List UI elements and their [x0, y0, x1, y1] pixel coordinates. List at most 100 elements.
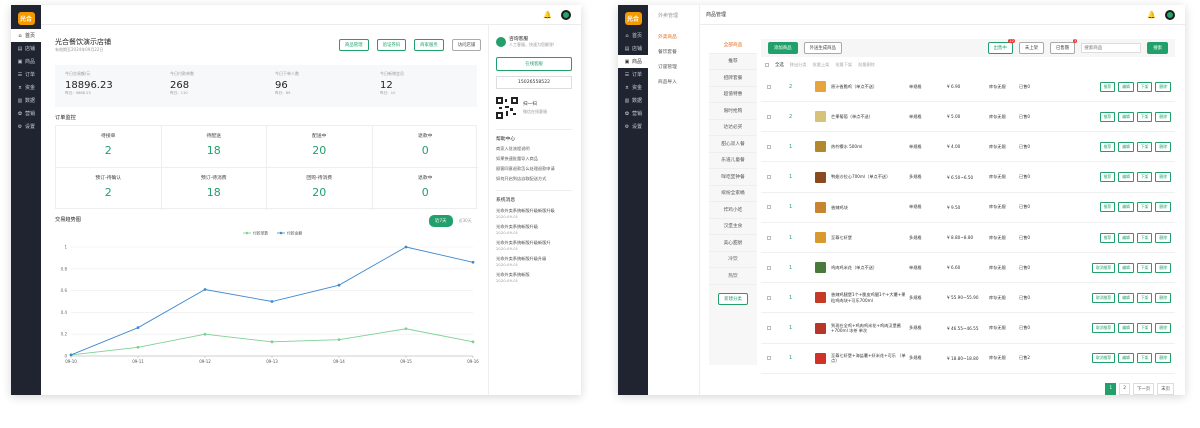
table-row[interactable]: 1 香辣鸡腿堡1个+脆皮鸡腿1个+大薯+果粒鸡肉块+可乐700ml 多规格 ¥ 55.… — [761, 283, 1175, 314]
data-point[interactable] — [270, 340, 274, 344]
sys-message[interactable]: 光命外卖系统新版升级 2020-09-01 — [496, 224, 572, 235]
monitor-cell[interactable]: 退款中 0 — [373, 168, 479, 210]
sys-message[interactable]: 光命外卖系统新版升级新版升级 2020-09-01 — [496, 208, 572, 219]
row-checkbox[interactable] — [767, 295, 771, 300]
sidebar-item-4[interactable]: ¤ 资金 — [618, 81, 648, 94]
avatar[interactable] — [1165, 9, 1175, 20]
monitor-cell[interactable]: 团购-待消费 20 — [267, 168, 373, 210]
sold-out-filter[interactable]: 已售罄 3 — [1050, 39, 1078, 54]
row-action-button[interactable]: 下架 — [1136, 232, 1153, 243]
row-checkbox[interactable] — [767, 175, 771, 180]
batch-action[interactable]: 批量下架 — [835, 62, 852, 68]
row-checkbox[interactable] — [767, 265, 771, 270]
data-point[interactable] — [69, 353, 73, 357]
data-point[interactable] — [136, 326, 140, 330]
data-point[interactable] — [203, 288, 207, 291]
category-item[interactable]: 超值特惠 — [709, 87, 757, 103]
row-action-button[interactable]: 下架 — [1136, 262, 1153, 273]
data-point[interactable] — [337, 338, 341, 342]
online-service-button[interactable]: 在线客服 — [496, 57, 572, 71]
sidebar-item-2[interactable]: ▣ 商品 — [618, 55, 648, 68]
off-shelf-filter[interactable]: 未上架 — [1018, 42, 1045, 54]
row-checkbox[interactable] — [767, 326, 771, 331]
goods-search-input[interactable] — [1081, 43, 1142, 53]
data-point[interactable] — [471, 340, 475, 344]
data-point[interactable] — [471, 260, 475, 264]
row-action-button[interactable]: 下架 — [1136, 292, 1153, 303]
row-action-button[interactable]: 推荐 — [1099, 202, 1116, 213]
sidebar-item-7[interactable]: ⚙ 设置 — [618, 120, 648, 133]
sidebar-item-5[interactable]: ▥ 数据 — [618, 94, 648, 107]
data-point[interactable] — [404, 245, 408, 249]
table-row[interactable]: 1 至尊七虾堡 多规格 ¥ 8.80~8.80 库存无限 已售0 推荐 编辑 下架 删除 — [761, 223, 1175, 253]
tab-30days[interactable]: 近30天 — [459, 218, 472, 224]
row-action-button[interactable]: 取消推荐 — [1092, 262, 1116, 273]
row-checkbox[interactable] — [767, 235, 771, 240]
page-button[interactable]: 下一页 — [1133, 383, 1155, 395]
category-item[interactable]: 甜心双人餐 — [709, 136, 757, 153]
row-action-button[interactable]: 编辑 — [1118, 111, 1134, 122]
bell-icon[interactable]: 🔔 — [1147, 11, 1156, 19]
category-item[interactable]: 限时抢购 — [709, 103, 757, 120]
help-item[interactable]: 商家入驻流程说明 — [496, 146, 572, 152]
row-action-button[interactable]: 推荐 — [1099, 141, 1116, 152]
row-action-button[interactable]: 删除 — [1155, 172, 1171, 183]
table-row[interactable]: 1 鸡肉鸡米花（单点不送） 单规格 ¥ 6.60 库存无限 已售0 取消推荐 编辑 下架 删除 — [761, 253, 1175, 284]
row-action-button[interactable]: 下架 — [1136, 141, 1153, 152]
monitor-cell[interactable]: 预订-待确认 2 — [56, 168, 162, 210]
sidebar-item-7[interactable]: ⚙ 设置 — [11, 120, 41, 133]
row-action-button[interactable]: 删除 — [1155, 292, 1171, 303]
row-action-button[interactable]: 下架 — [1136, 202, 1153, 213]
new-category-button[interactable]: 新建分类 — [718, 292, 748, 305]
data-point[interactable] — [404, 327, 408, 331]
row-action-button[interactable]: 下架 — [1136, 111, 1153, 122]
row-action-button[interactable]: 编辑 — [1118, 202, 1134, 213]
row-action-button[interactable]: 下架 — [1136, 172, 1153, 183]
submenu-item[interactable]: 餐饮套餐 — [648, 44, 699, 59]
row-action-button[interactable]: 删除 — [1155, 353, 1171, 364]
search-button[interactable]: 搜索 — [1147, 42, 1168, 54]
row-action-button[interactable]: 删除 — [1155, 262, 1171, 273]
add-goods-button[interactable]: 添加商品 — [768, 42, 798, 54]
table-row[interactable]: 2 原汁香脆鸡（单点不送） 单规格 ¥ 6.90 库存无限 已售0 推荐 编辑 下架 删除 — [761, 72, 1175, 102]
row-action-button[interactable]: 删除 — [1155, 111, 1171, 122]
on-sale-filter[interactable]: 出售中 22 — [987, 39, 1015, 54]
sidebar-item-6[interactable]: ✿ 营销 — [618, 107, 648, 120]
table-row[interactable]: 1 至尊七虾堡+海盐薯+虾米花+可乐 （单点） 多规格 ¥ 18.80~18.80 库存… — [761, 344, 1175, 374]
row-action-button[interactable]: 删除 — [1155, 81, 1171, 92]
top-button-1[interactable]: 验证券码 — [376, 39, 407, 51]
category-item[interactable]: 咩吃堡钟餐 — [709, 169, 757, 186]
row-action-button[interactable]: 推荐 — [1099, 111, 1116, 122]
data-point[interactable] — [203, 332, 207, 336]
help-item[interactable]: 顾客同意退款怎么处理退款申请 — [496, 166, 572, 172]
category-item[interactable]: 热饮 — [709, 268, 757, 285]
monitor-cell[interactable]: 预订-待消费 18 — [162, 168, 267, 210]
category-item[interactable]: 炸鸡小吃 — [709, 202, 757, 219]
category-item[interactable]: 美心甜厨 — [709, 235, 757, 252]
monitor-cell[interactable]: 配送中 20 — [267, 126, 373, 168]
row-checkbox[interactable] — [767, 205, 771, 210]
data-point[interactable] — [136, 345, 140, 349]
batch-action[interactable]: 移出分类 — [790, 62, 807, 68]
table-row[interactable]: 1 鸭翅沙拉心700ml（单点不送） 多规格 ¥ 6.50~6.50 库存无限 已售0 推荐… — [761, 163, 1175, 193]
sidebar-item-2[interactable]: ▣ 商品 — [11, 55, 41, 68]
sidebar-item-0[interactable]: ⌂ 首页 — [618, 29, 648, 42]
sidebar-item-1[interactable]: ▤ 店铺 — [618, 42, 648, 55]
data-point[interactable] — [270, 300, 274, 303]
row-action-button[interactable]: 推荐 — [1099, 172, 1116, 183]
page-button[interactable]: 2 — [1119, 383, 1131, 395]
sidebar-item-5[interactable]: ▥ 数据 — [11, 94, 41, 107]
row-action-button[interactable]: 编辑 — [1118, 172, 1134, 183]
row-action-button[interactable]: 取消推荐 — [1092, 323, 1116, 334]
row-action-button[interactable]: 编辑 — [1118, 353, 1134, 364]
row-action-button[interactable]: 删除 — [1155, 202, 1171, 213]
row-action-button[interactable]: 推荐 — [1099, 232, 1116, 243]
category-item[interactable]: 冷饮 — [709, 252, 757, 268]
category-item[interactable]: 乐道儿童餐 — [709, 153, 757, 169]
row-action-button[interactable]: 删除 — [1155, 323, 1171, 334]
avatar[interactable] — [561, 9, 571, 20]
category-item[interactable]: 全部商品 — [709, 37, 757, 54]
bell-icon[interactable]: 🔔 — [543, 11, 552, 19]
row-checkbox[interactable] — [767, 356, 771, 361]
category-item[interactable]: 缤纷全家桶 — [709, 186, 757, 202]
